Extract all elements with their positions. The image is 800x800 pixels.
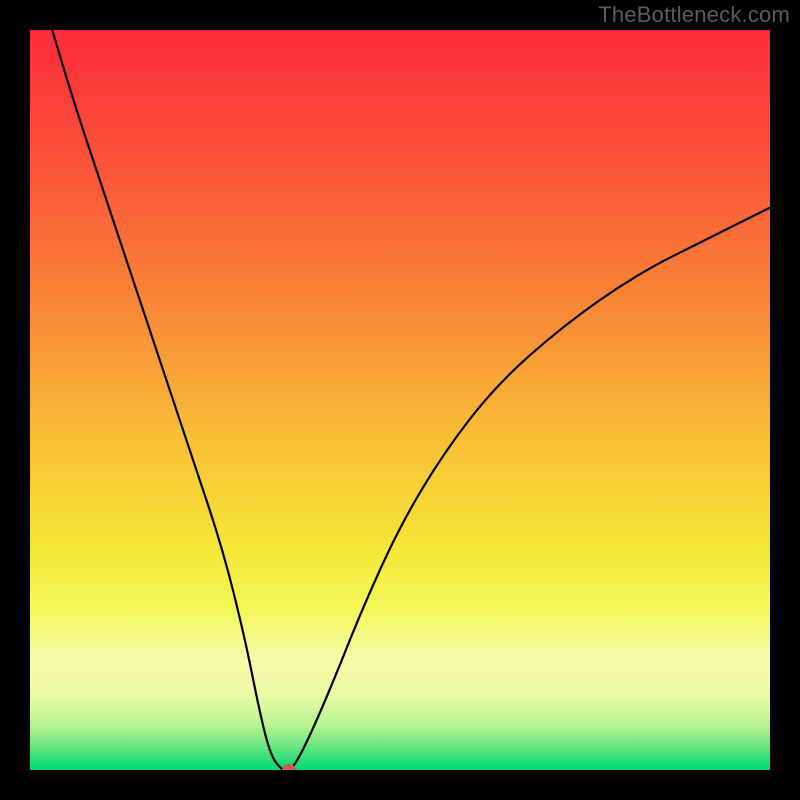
chart-svg (30, 30, 770, 770)
optimum-marker (282, 764, 296, 770)
plot-area (30, 30, 770, 770)
chart-frame: TheBottleneck.com (0, 0, 800, 800)
gradient-rect (30, 30, 770, 770)
watermark-text: TheBottleneck.com (598, 2, 790, 28)
